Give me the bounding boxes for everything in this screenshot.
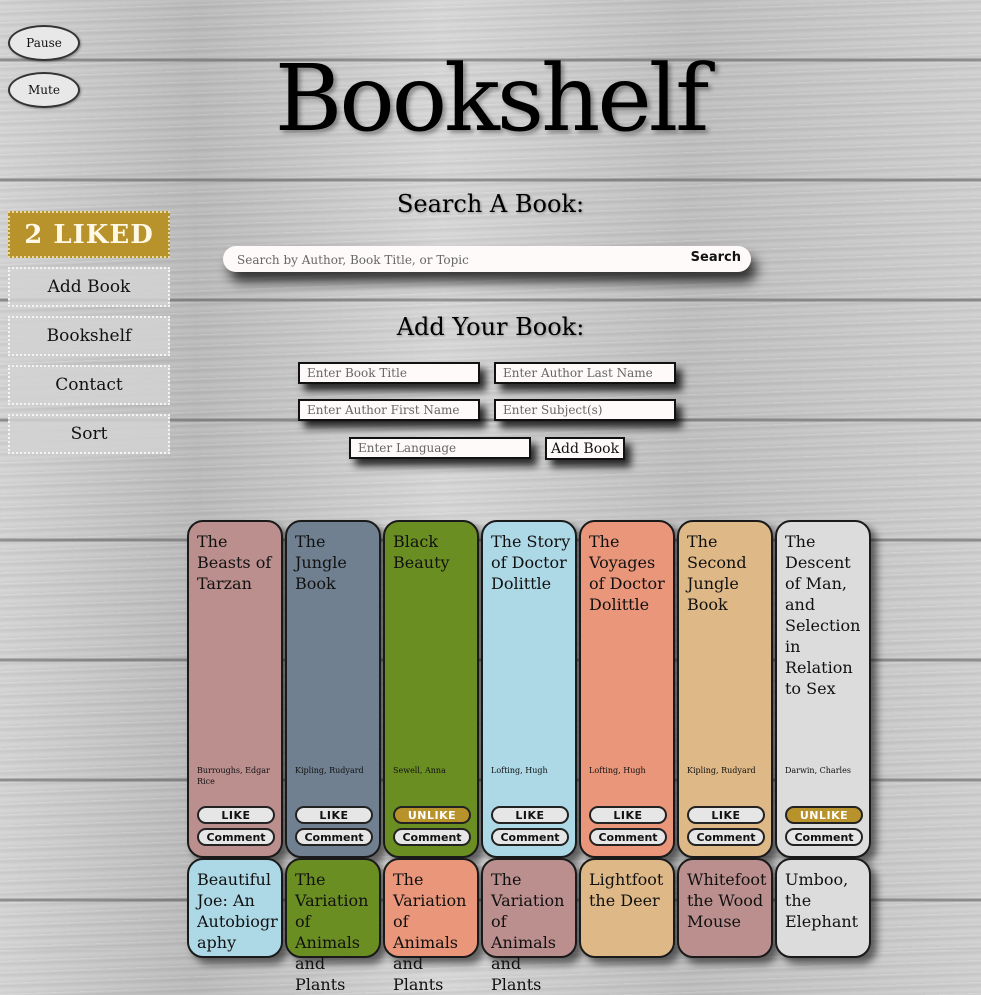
book-title: Whitefoot the Wood Mouse: [687, 870, 767, 931]
sidebar-item-sort[interactable]: Sort: [8, 414, 170, 454]
book-title: The Voyages of Doctor Dolittle: [589, 532, 665, 614]
book-title: The Variation of Animals and Plants: [295, 870, 369, 994]
page-title: Bookshelf: [274, 45, 710, 152]
book-card: The Variation of Animals and Plants: [481, 858, 577, 994]
book-author: Kipling, Rudyard: [295, 766, 364, 775]
add-book-heading: Add Your Book:: [396, 313, 585, 341]
unlike-button[interactable]: UNLIKE: [393, 806, 471, 824]
comment-button[interactable]: Comment: [295, 828, 373, 846]
book-card: The Jungle Book Kipling, Rudyard LIKE Co…: [285, 520, 381, 858]
search-heading: Search A Book:: [396, 190, 585, 218]
book-card: Lightfoot the Deer: [579, 858, 675, 958]
subject-field[interactable]: [494, 399, 676, 421]
search-button[interactable]: Search: [691, 250, 741, 265]
book-author: Burroughs, Edgar Rice: [197, 766, 270, 786]
book-card: The Variation of Animals and Plants: [383, 858, 479, 994]
book-card: The Variation of Animals and Plants: [285, 858, 381, 994]
book-card: The Voyages of Doctor Dolittle Lofting, …: [579, 520, 675, 858]
book-title: The Second Jungle Book: [687, 532, 747, 614]
book-card: The Story of Doctor Dolittle Lofting, Hu…: [481, 520, 577, 858]
book-card: The Second Jungle Book Kipling, Rudyard …: [677, 520, 773, 858]
book-title: Beautiful Joe: An Autobiography: [197, 870, 278, 952]
book-title: The Descent of Man, and Selection in Rel…: [785, 532, 861, 698]
book-card: Umboo, the Elephant: [775, 858, 871, 958]
book-author: Lofting, Hugh: [491, 766, 548, 775]
book-title: The Jungle Book: [295, 532, 347, 593]
like-button[interactable]: LIKE: [295, 806, 373, 824]
book-title: The Story of Doctor Dolittle: [491, 532, 571, 593]
language-field[interactable]: [349, 437, 531, 459]
like-button[interactable]: LIKE: [687, 806, 765, 824]
comment-button[interactable]: Comment: [785, 828, 863, 846]
book-title: The Variation of Animals and Plants: [393, 870, 467, 994]
book-title: Umboo, the Elephant: [785, 870, 859, 931]
search-input[interactable]: [235, 249, 679, 271]
book-title: The Variation of Animals and Plants: [491, 870, 565, 994]
book-card: Beautiful Joe: An Autobiography: [187, 858, 283, 958]
comment-button[interactable]: Comment: [589, 828, 667, 846]
comment-button[interactable]: Comment: [197, 828, 275, 846]
sidebar-item-contact[interactable]: Contact: [8, 365, 170, 405]
book-title: The Beasts of Tarzan: [197, 532, 272, 593]
comment-button[interactable]: Comment: [687, 828, 765, 846]
book-title: Lightfoot the Deer: [589, 870, 664, 910]
add-book-button[interactable]: Add Book: [545, 437, 625, 460]
comment-button[interactable]: Comment: [393, 828, 471, 846]
like-button[interactable]: LIKE: [491, 806, 569, 824]
book-author: Darwin, Charles: [785, 766, 851, 775]
book-card: Black Beauty Sewell, Anna UNLIKE Comment: [383, 520, 479, 858]
like-button[interactable]: LIKE: [589, 806, 667, 824]
like-button[interactable]: LIKE: [197, 806, 275, 824]
book-author: Kipling, Rudyard: [687, 766, 756, 775]
unlike-button[interactable]: UNLIKE: [785, 806, 863, 824]
book-author: Lofting, Hugh: [589, 766, 646, 775]
author-first-name-field[interactable]: [298, 399, 480, 421]
book-card: Whitefoot the Wood Mouse: [677, 858, 773, 958]
book-card: The Beasts of Tarzan Burroughs, Edgar Ri…: [187, 520, 283, 858]
book-author: Sewell, Anna: [393, 766, 446, 775]
author-last-name-field[interactable]: [494, 362, 676, 384]
book-card: The Descent of Man, and Selection in Rel…: [775, 520, 871, 858]
liked-count-badge[interactable]: 2 LIKED: [8, 211, 170, 258]
sidebar-item-add-book[interactable]: Add Book: [8, 267, 170, 307]
book-title: Black Beauty: [393, 532, 450, 572]
book-title-field[interactable]: [298, 362, 480, 384]
search-bar: Search: [223, 246, 751, 272]
comment-button[interactable]: Comment: [491, 828, 569, 846]
